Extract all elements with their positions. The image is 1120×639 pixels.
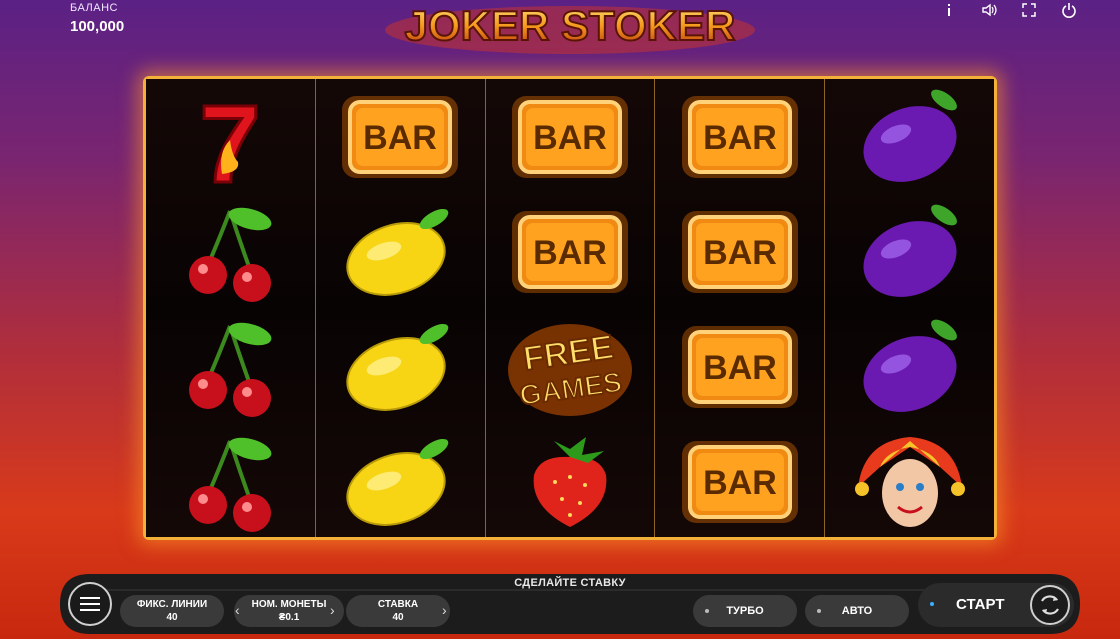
coin-increase-arrow-icon[interactable]: › <box>330 602 335 618</box>
reel-5 <box>825 79 994 537</box>
symbol-plum <box>825 309 994 424</box>
bottom-control-bar: СДЕЛАЙТЕ СТАВКУ ФИКС. ЛИНИИ 40 НОМ. МОНЕ… <box>60 574 1080 634</box>
coin-label: НОМ. МОНЕТЫ <box>251 599 327 610</box>
svg-text:BAR: BAR <box>533 119 607 157</box>
symbol-joker <box>825 424 994 539</box>
symbol-bar: BAR <box>316 79 485 194</box>
bet-increase-arrow-icon[interactable]: › <box>442 602 447 618</box>
symbol-lemon <box>316 309 485 424</box>
reels-area: 7 BAR BAR BAR FREE GAMES BAR BAR BAR BAR <box>146 79 994 537</box>
symbol-bar: BAR <box>655 424 824 539</box>
auto-label: АВТО <box>841 605 873 617</box>
menu-button[interactable] <box>68 582 112 626</box>
svg-text:BAR: BAR <box>703 234 777 272</box>
bet-label: СТАВКА <box>377 599 419 610</box>
coin-decrease-arrow-icon[interactable]: ‹ <box>235 602 240 618</box>
svg-text:BAR: BAR <box>703 119 777 157</box>
symbol-bar: BAR <box>655 309 824 424</box>
fullscreen-icon[interactable] <box>1018 0 1040 20</box>
lines-value: 40 <box>166 612 178 623</box>
svg-text:7: 7 <box>200 83 261 192</box>
symbol-bar: BAR <box>655 79 824 194</box>
coin-value-control: НОМ. МОНЕТЫ ₴0.1 <box>234 595 344 627</box>
svg-text:BAR: BAR <box>533 234 607 272</box>
auto-button[interactable]: АВТО <box>805 595 909 627</box>
logo-text: JOKER STOKER <box>405 2 736 49</box>
svg-text:BAR: BAR <box>363 119 437 157</box>
hamburger-icon <box>80 597 100 611</box>
bet-value: 40 <box>392 612 404 623</box>
symbol-plum <box>825 194 994 309</box>
symbol-bar: BAR <box>486 79 655 194</box>
symbol-plum <box>825 79 994 194</box>
reel-2: BAR <box>315 79 486 539</box>
balance-label: БАЛАНС <box>70 2 118 14</box>
power-icon[interactable] <box>1058 0 1080 20</box>
reel-3: BAR BAR FREE GAMES <box>485 79 656 539</box>
symbol-seven: 7 <box>146 79 315 194</box>
reel-1: 7 <box>146 79 316 537</box>
info-icon[interactable] <box>938 0 960 20</box>
auto-indicator <box>817 609 821 613</box>
turbo-indicator <box>705 609 709 613</box>
start-indicator <box>930 602 934 606</box>
reel-4: BAR BAR BAR BAR <box>655 79 826 539</box>
svg-text:BAR: BAR <box>703 464 777 502</box>
turbo-label: ТУРБО <box>726 605 764 617</box>
reels-frame: 7 BAR BAR BAR FREE GAMES BAR BAR BAR BAR <box>143 76 997 540</box>
balance-value: 100,000 <box>70 18 125 35</box>
svg-text:BAR: BAR <box>703 349 777 387</box>
symbol-free-games: FREE GAMES <box>486 309 655 424</box>
coin-value: ₴0.1 <box>278 612 300 623</box>
symbol-strawberry <box>486 424 655 539</box>
spin-icon <box>1030 585 1070 625</box>
start-button[interactable]: СТАРТ <box>918 583 1074 627</box>
symbol-bar: BAR <box>655 194 824 309</box>
lines-display: ФИКС. ЛИНИИ 40 <box>120 595 224 627</box>
game-logo: JOKER STOKER <box>380 0 760 55</box>
sound-icon[interactable] <box>978 0 1000 20</box>
top-toolbar <box>938 0 1080 20</box>
symbol-cherry <box>146 424 315 539</box>
symbol-lemon <box>316 424 485 539</box>
start-label: СТАРТ <box>956 596 1005 613</box>
balance-panel: БАЛАНС 100,000 <box>70 2 124 35</box>
symbol-lemon <box>316 194 485 309</box>
symbol-cherry <box>146 309 315 424</box>
symbol-cherry <box>146 194 315 309</box>
turbo-button[interactable]: ТУРБО <box>693 595 797 627</box>
lines-label: ФИКС. ЛИНИИ <box>136 599 208 610</box>
bet-control: СТАВКА 40 <box>346 595 450 627</box>
symbol-bar: BAR <box>486 194 655 309</box>
